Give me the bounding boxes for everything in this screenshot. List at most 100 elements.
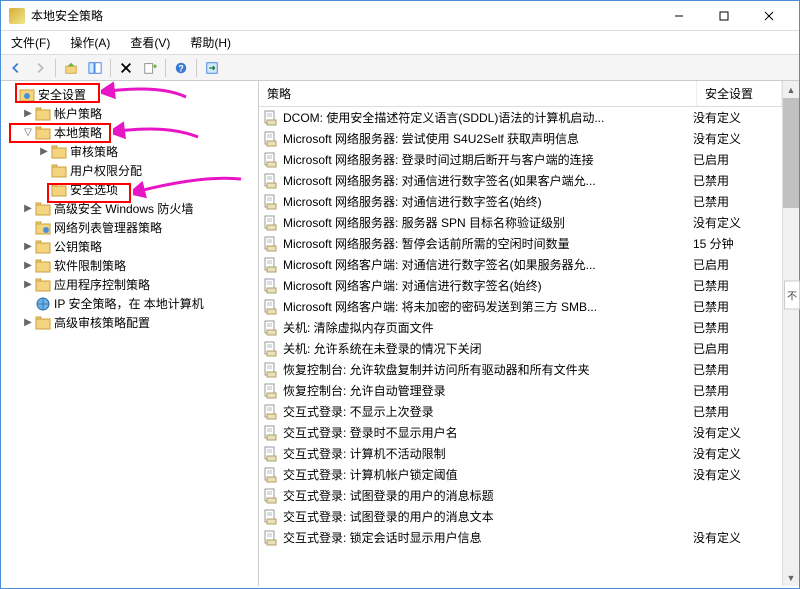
policy-icon bbox=[263, 215, 279, 231]
up-button[interactable] bbox=[60, 57, 82, 79]
list-row[interactable]: Microsoft 网络服务器: 登录时间过期后断开与客户端的连接已启用 bbox=[259, 149, 782, 170]
back-button[interactable] bbox=[5, 57, 27, 79]
side-panel-toggle[interactable]: 不 bbox=[784, 280, 800, 309]
list-row[interactable]: 交互式登录: 登录时不显示用户名没有定义 bbox=[259, 422, 782, 443]
tree-label: 帐户策略 bbox=[54, 105, 102, 122]
list-row[interactable]: Microsoft 网络服务器: 服务器 SPN 目标名称验证级别没有定义 bbox=[259, 212, 782, 233]
tree-label: 公钥策略 bbox=[54, 238, 102, 255]
policy-setting: 已禁用 bbox=[693, 403, 778, 420]
scroll-thumb[interactable] bbox=[783, 98, 799, 208]
list-main[interactable]: 策略 安全设置 DCOM: 使用安全描述符定义语言(SDDL)语法的计算机启动.… bbox=[259, 81, 782, 586]
help-button[interactable]: ? bbox=[170, 57, 192, 79]
tree-arrow[interactable]: ▶ bbox=[21, 279, 35, 290]
tree-item[interactable]: IP 安全策略，在 本地计算机 bbox=[3, 294, 256, 313]
list-row[interactable]: Microsoft 网络服务器: 尝试使用 S4U2Self 获取声明信息没有定… bbox=[259, 128, 782, 149]
header-policy[interactable]: 策略 bbox=[259, 81, 697, 106]
policy-name: Microsoft 网络服务器: 对通信进行数字签名(如果客户端允... bbox=[283, 172, 693, 189]
show-hide-tree-button[interactable] bbox=[84, 57, 106, 79]
policy-name: Microsoft 网络客户端: 将未加密的密码发送到第三方 SMB... bbox=[283, 298, 693, 315]
tree-item[interactable]: ▶ 帐户策略 bbox=[3, 104, 256, 123]
policy-setting: 已禁用 bbox=[693, 298, 778, 315]
list-row[interactable]: 恢复控制台: 允许自动管理登录已禁用 bbox=[259, 380, 782, 401]
tree-item[interactable]: ▶ 高级审核策略配置 bbox=[3, 313, 256, 332]
policy-setting: 没有定义 bbox=[693, 466, 778, 483]
list-row[interactable]: 交互式登录: 锁定会话时显示用户信息没有定义 bbox=[259, 527, 782, 548]
policy-name: 交互式登录: 计算机不活动限制 bbox=[283, 445, 693, 462]
scroll-up-button[interactable]: ▲ bbox=[783, 81, 799, 98]
list-row[interactable]: Microsoft 网络服务器: 对通信进行数字签名(始终)已禁用 bbox=[259, 191, 782, 212]
policy-name: 恢复控制台: 允许自动管理登录 bbox=[283, 382, 693, 399]
tree-label: 审核策略 bbox=[70, 143, 118, 160]
tree-label: 高级审核策略配置 bbox=[54, 314, 150, 331]
list-row[interactable]: 交互式登录: 计算机不活动限制没有定义 bbox=[259, 443, 782, 464]
tree-item[interactable]: ▶ 软件限制策略 bbox=[3, 256, 256, 275]
list-row[interactable]: 关机: 清除虚拟内存页面文件已禁用 bbox=[259, 317, 782, 338]
menu-action[interactable]: 操作(A) bbox=[66, 32, 114, 53]
folder-icon bbox=[35, 106, 51, 122]
tree-item[interactable]: ▶ 应用程序控制策略 bbox=[3, 275, 256, 294]
list-row[interactable]: 交互式登录: 不显示上次登录已禁用 bbox=[259, 401, 782, 422]
folder-icon bbox=[35, 201, 51, 217]
folder-icon bbox=[51, 182, 67, 198]
minimize-button[interactable] bbox=[656, 2, 701, 30]
tree-item[interactable]: ▶ 高级安全 Windows 防火墙 bbox=[3, 199, 256, 218]
menu-help[interactable]: 帮助(H) bbox=[186, 32, 235, 53]
policy-icon bbox=[263, 110, 279, 126]
tree-item[interactable]: 用户权限分配 bbox=[3, 161, 256, 180]
tree-label: 应用程序控制策略 bbox=[54, 276, 150, 293]
policy-setting: 没有定义 bbox=[693, 529, 778, 546]
folder-icon bbox=[35, 296, 51, 312]
list-row[interactable]: 交互式登录: 计算机帐户锁定阈值没有定义 bbox=[259, 464, 782, 485]
scroll-down-button[interactable]: ▼ bbox=[783, 569, 799, 586]
policy-setting: 已禁用 bbox=[693, 361, 778, 378]
list-row[interactable]: 交互式登录: 试图登录的用户的消息文本 bbox=[259, 506, 782, 527]
tree-arrow[interactable]: ▶ bbox=[21, 203, 35, 214]
tree-arrow[interactable]: ▶ bbox=[37, 146, 51, 157]
tree-item[interactable]: ▶ 公钥策略 bbox=[3, 237, 256, 256]
policy-setting: 已禁用 bbox=[693, 193, 778, 210]
policy-icon bbox=[263, 278, 279, 294]
export-button[interactable] bbox=[139, 57, 161, 79]
header-setting[interactable]: 安全设置 bbox=[697, 81, 782, 106]
policy-icon bbox=[263, 488, 279, 504]
toolbar: ? bbox=[1, 55, 799, 81]
list-row[interactable]: Microsoft 网络客户端: 对通信进行数字签名(始终)已禁用 bbox=[259, 275, 782, 296]
tree-arrow[interactable]: ▶ bbox=[21, 241, 35, 252]
folder-icon bbox=[35, 258, 51, 274]
menu-view[interactable]: 查看(V) bbox=[126, 32, 174, 53]
tree-label: 高级安全 Windows 防火墙 bbox=[54, 200, 193, 217]
close-button[interactable] bbox=[746, 2, 791, 30]
list-row[interactable]: 关机: 允许系统在未登录的情况下关闭已启用 bbox=[259, 338, 782, 359]
tree-root[interactable]: 安全设置 bbox=[3, 85, 256, 104]
policy-icon bbox=[263, 425, 279, 441]
list-row[interactable]: 恢复控制台: 允许软盘复制并访问所有驱动器和所有文件夹已禁用 bbox=[259, 359, 782, 380]
list-row[interactable]: 交互式登录: 试图登录的用户的消息标题 bbox=[259, 485, 782, 506]
window-title: 本地安全策略 bbox=[31, 7, 656, 24]
tree-item[interactable]: 安全选项 bbox=[3, 180, 256, 199]
action-button[interactable] bbox=[201, 57, 223, 79]
tree-label: 软件限制策略 bbox=[54, 257, 126, 274]
tree-arrow[interactable]: ▶ bbox=[21, 317, 35, 328]
scrollbar[interactable]: ▲ ▼ bbox=[782, 81, 799, 586]
tree-item[interactable]: 网络列表管理器策略 bbox=[3, 218, 256, 237]
list-row[interactable]: Microsoft 网络服务器: 对通信进行数字签名(如果客户端允...已禁用 bbox=[259, 170, 782, 191]
tree-arrow[interactable]: ▽ bbox=[21, 127, 35, 138]
list-row[interactable]: Microsoft 网络服务器: 暂停会话前所需的空闲时间数量15 分钟 bbox=[259, 233, 782, 254]
menu-file[interactable]: 文件(F) bbox=[7, 32, 54, 53]
folder-icon bbox=[35, 239, 51, 255]
tree-item[interactable]: ▽本地策略 bbox=[3, 123, 256, 142]
list-row[interactable]: DCOM: 使用安全描述符定义语言(SDDL)语法的计算机启动...没有定义 bbox=[259, 107, 782, 128]
tree-pane[interactable]: 安全设置 ▶ 帐户策略▽本地策略 ▶ 审核策略用户权限分配安全选项 ▶ 高级安全 Wind… bbox=[1, 81, 259, 586]
delete-button[interactable] bbox=[115, 57, 137, 79]
tree-arrow[interactable]: ▶ bbox=[21, 108, 35, 119]
scroll-track[interactable] bbox=[783, 98, 799, 569]
list-row[interactable]: Microsoft 网络客户端: 将未加密的密码发送到第三方 SMB...已禁用 bbox=[259, 296, 782, 317]
forward-button[interactable] bbox=[29, 57, 51, 79]
tree-item[interactable]: ▶ 审核策略 bbox=[3, 142, 256, 161]
maximize-button[interactable] bbox=[701, 2, 746, 30]
folder-icon bbox=[35, 315, 51, 331]
list-row[interactable]: Microsoft 网络客户端: 对通信进行数字签名(如果服务器允...已启用 bbox=[259, 254, 782, 275]
policy-name: 交互式登录: 登录时不显示用户名 bbox=[283, 424, 693, 441]
policy-setting: 已禁用 bbox=[693, 277, 778, 294]
tree-arrow[interactable]: ▶ bbox=[21, 260, 35, 271]
